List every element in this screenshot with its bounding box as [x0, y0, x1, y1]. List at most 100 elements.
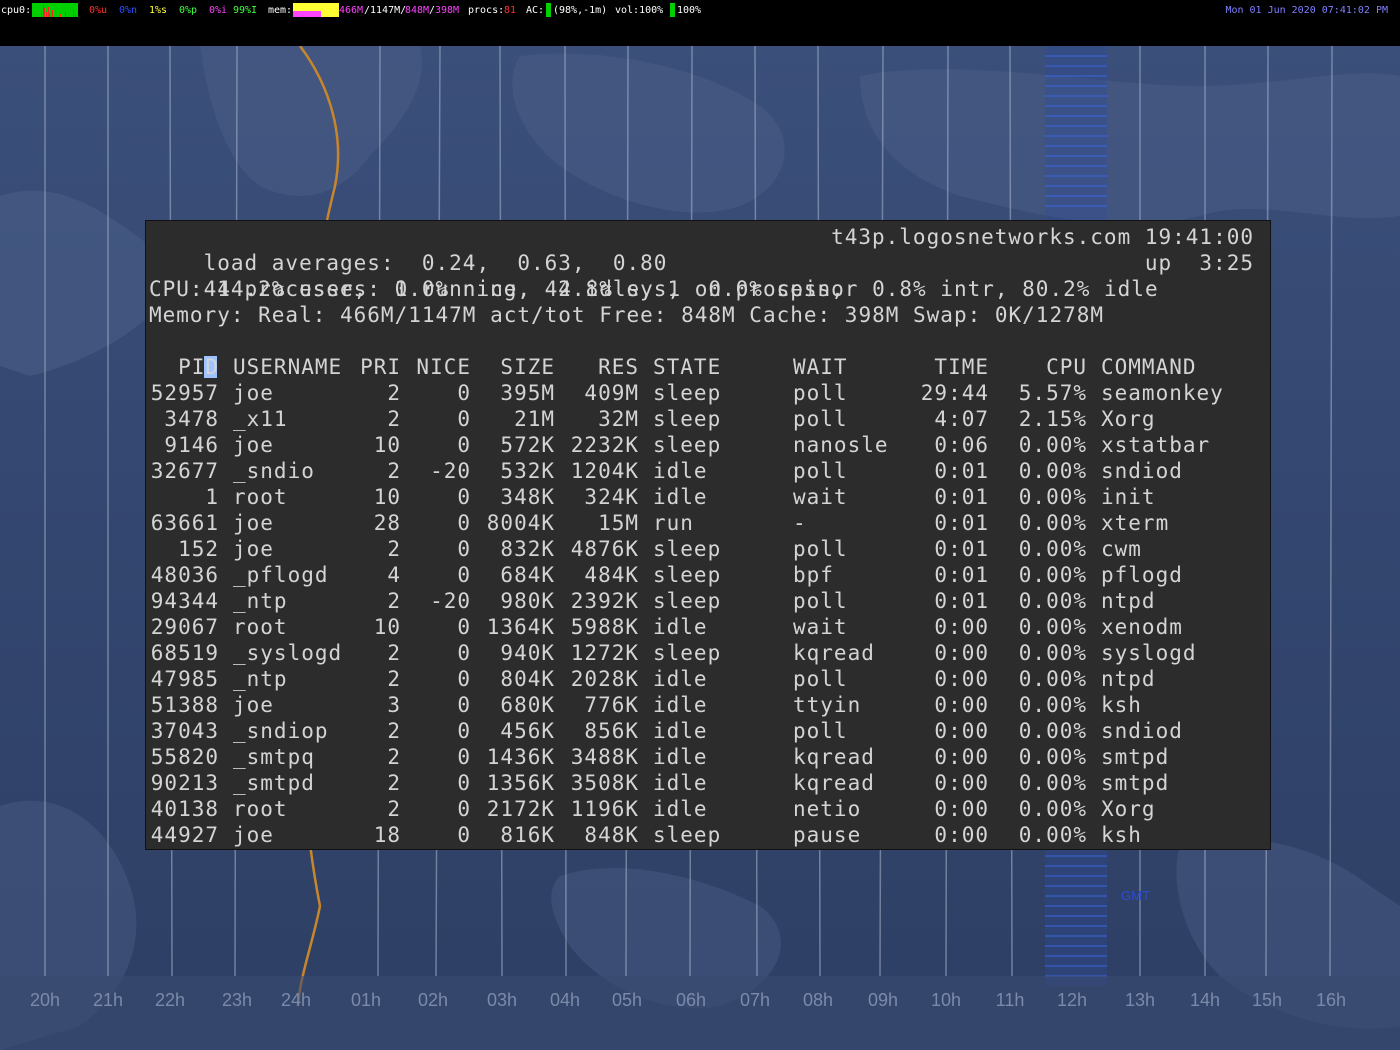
- cell-nice: 0: [457, 407, 471, 431]
- cell-pid: 51388: [150, 693, 219, 717]
- hour-label-04h: 04h: [549, 990, 581, 1010]
- battery-bar: [546, 3, 551, 17]
- cell-size: 395M: [500, 381, 555, 405]
- top-terminal-window[interactable]: load averages: 0.24, 0.63, 0.80 t43p.log…: [145, 220, 1271, 850]
- command-prompt-line[interactable]: [149, 328, 1270, 378]
- clock: Mon 01 Jun 2020 07:41:02 PM: [1225, 5, 1388, 16]
- cell-cpu: 0.00%: [1018, 745, 1087, 769]
- volume-bar: [670, 3, 675, 17]
- cell-pri: 4: [387, 563, 401, 587]
- cell-command: ntpd: [1101, 667, 1156, 691]
- cell-command: cwm: [1101, 537, 1142, 561]
- ac-label: AC:: [526, 5, 545, 16]
- cell-command: sndiod: [1101, 459, 1183, 483]
- processes-line: 44 processes: 1 running, 42 idle, 1 on p…: [149, 250, 1270, 301]
- hour-label-03h: 03h: [486, 990, 518, 1010]
- hour-label-23h: 23h: [221, 990, 253, 1010]
- cell-time: 0:01: [934, 485, 989, 509]
- cell-pri: 2: [387, 719, 401, 743]
- cell-wait: poll: [793, 719, 848, 743]
- cell-wait: poll: [793, 381, 848, 405]
- cell-pri: 18: [373, 823, 401, 847]
- table-row: 37043 _sndiop 2 0 456K 856K idle poll 0:00 0.00% s…: [149, 718, 1270, 744]
- cell-username: joe: [233, 433, 274, 457]
- procs-value: 81: [504, 5, 517, 16]
- table-row: 9146 joe 10 0 572K 2232K sleep nanosle 0:06 0.00%…: [149, 432, 1270, 458]
- mem-total: /1147M/: [364, 5, 407, 16]
- cell-size: 980K: [500, 589, 555, 613]
- cell-size: 572K: [500, 433, 555, 457]
- cell-wait: wait: [793, 485, 848, 509]
- cell-pri: 2: [387, 745, 401, 769]
- hour-label-08h: 08h: [802, 990, 834, 1010]
- cell-cpu: 5.57%: [1018, 381, 1087, 405]
- cell-username: _smtpd: [233, 771, 315, 795]
- table-row: 51388 joe 3 0 680K 776K idle ttyin 0:00 0.00% ksh: [149, 692, 1270, 718]
- volume-value: 100%: [677, 5, 702, 16]
- cell-pri: 2: [387, 537, 401, 561]
- cell-pid: 37043: [150, 719, 219, 743]
- table-row: 1 root 10 0 348K 324K idle wait 0:01 0.00% init: [149, 484, 1270, 510]
- cpu-spin-stat: 0%p: [179, 5, 198, 16]
- cell-nice: -20: [430, 459, 471, 483]
- process-table-header: PID USERNAME PRI NICE SIZE RES STATE WAIT TIME CP…: [149, 354, 1270, 380]
- cell-username: root: [233, 485, 288, 509]
- cell-time: 0:01: [934, 589, 989, 613]
- hour-label-14h: 14h: [1189, 990, 1221, 1010]
- cell-res: 1272K: [570, 641, 639, 665]
- cell-res: 1196K: [570, 797, 639, 821]
- column-header-time: TIME: [934, 355, 989, 379]
- cell-cpu: 2.15%: [1018, 407, 1087, 431]
- cell-pid: 40138: [150, 797, 219, 821]
- cell-pid: 9146: [164, 433, 219, 457]
- cell-nice: 0: [457, 693, 471, 717]
- cell-wait: netio: [793, 797, 862, 821]
- cell-state: sleep: [653, 823, 722, 847]
- process-table: 52957 joe 2 0 395M 409M sleep poll 29:44 5.57% sea…: [149, 380, 1270, 848]
- table-row: 90213 _smtpd 2 0 1356K 3508K idle kqread 0:00 0.0…: [149, 770, 1270, 796]
- cell-pri: 10: [373, 615, 401, 639]
- cell-nice: 0: [457, 719, 471, 743]
- cell-pid: 3478: [164, 407, 219, 431]
- cell-cpu: 0.00%: [1018, 615, 1087, 639]
- cell-username: joe: [233, 823, 274, 847]
- cell-pid: 32677: [150, 459, 219, 483]
- cell-wait: -: [793, 511, 807, 535]
- cell-wait: ttyin: [793, 693, 862, 717]
- cell-wait: nanosle: [793, 433, 889, 457]
- cell-state: sleep: [653, 433, 722, 457]
- cell-res: 5988K: [570, 615, 639, 639]
- cell-command: Xorg: [1101, 407, 1156, 431]
- cell-username: _ntp: [233, 589, 288, 613]
- table-row: 63661 joe 28 0 8004K 15M run - 0:01 0.00% xterm: [149, 510, 1270, 536]
- cell-command: syslogd: [1101, 641, 1197, 665]
- cell-command: xstatbar: [1101, 433, 1211, 457]
- cell-time: 0:00: [934, 797, 989, 821]
- mem-free: 848M: [405, 5, 430, 16]
- cpu-idle-stat: 99%I: [233, 5, 258, 16]
- cell-pid: 48036: [150, 563, 219, 587]
- hour-label-22h: 22h: [154, 990, 186, 1010]
- hour-label-24h: 24h: [280, 990, 312, 1010]
- table-row: 52957 joe 2 0 395M 409M sleep poll 29:44 5.57% sea…: [149, 380, 1270, 406]
- cell-username: joe: [233, 693, 274, 717]
- cell-nice: 0: [457, 433, 471, 457]
- cell-cpu: 0.00%: [1018, 433, 1087, 457]
- cell-pri: 3: [387, 693, 401, 717]
- cell-pid: 29067: [150, 615, 219, 639]
- cell-time: 0:00: [934, 771, 989, 795]
- memory-line: Memory: Real: 466M/1147M act/tot Free: 8…: [149, 303, 1105, 327]
- load-averages-line: load averages: 0.24, 0.63, 0.80 t43p.log…: [149, 224, 1270, 275]
- cell-state: idle: [653, 485, 708, 509]
- cell-time: 0:00: [934, 693, 989, 717]
- table-row: 94344 _ntp 2 -20 980K 2392K sleep poll 0:01 0.00%…: [149, 588, 1270, 614]
- cell-state: sleep: [653, 589, 722, 613]
- cell-state: run: [653, 511, 694, 535]
- cell-wait: kqread: [793, 745, 875, 769]
- cell-command: pflogd: [1101, 563, 1183, 587]
- column-header-res: RES: [598, 355, 639, 379]
- cell-command: init: [1101, 485, 1156, 509]
- hour-label-12h: 12h: [1056, 990, 1088, 1010]
- cell-wait: poll: [793, 459, 848, 483]
- cell-pid: 63661: [150, 511, 219, 535]
